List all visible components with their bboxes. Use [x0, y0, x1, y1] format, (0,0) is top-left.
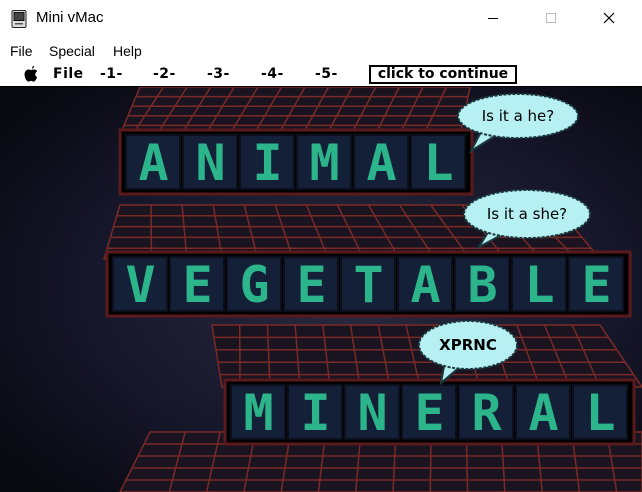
- letter: E: [182, 256, 212, 314]
- bubble-text: Is it a she?: [487, 205, 567, 223]
- menu-help[interactable]: Help: [113, 43, 142, 59]
- letter: G: [239, 256, 269, 314]
- letter: A: [410, 256, 440, 314]
- click-to-continue-button[interactable]: click to continue: [369, 65, 517, 84]
- word-row: MINERAL: [223, 378, 636, 446]
- letter: R: [471, 384, 502, 442]
- mac-menu-3[interactable]: -3-: [207, 66, 230, 82]
- mac-app-icon: [11, 10, 27, 28]
- letter: L: [585, 384, 615, 442]
- menu-special[interactable]: Special: [49, 43, 95, 59]
- word-row: VEGETABLE: [105, 250, 632, 318]
- window-menu-bar: File Special Help: [0, 40, 642, 62]
- minimize-icon: [488, 18, 498, 19]
- letter: I: [252, 134, 282, 192]
- grid-band: [118, 87, 471, 136]
- letter: N: [195, 134, 225, 192]
- window-title: Mini vMac: [36, 9, 104, 26]
- letter: E: [414, 384, 444, 442]
- letter: L: [524, 256, 554, 314]
- mac-menu-1[interactable]: -1-: [100, 66, 123, 82]
- letter: N: [357, 384, 387, 442]
- letter: M: [309, 134, 339, 192]
- letter: A: [366, 134, 396, 192]
- maximize-icon: [546, 13, 556, 23]
- letter: V: [125, 256, 155, 314]
- mac-menu-5[interactable]: -5-: [315, 66, 338, 82]
- game-scene[interactable]: A N I M A LV E G E T A B L EM I N E R A L Is it a he?Is it …: [0, 87, 642, 492]
- letter: A: [528, 384, 558, 442]
- apple-icon[interactable]: [23, 65, 39, 83]
- letter: E: [581, 256, 611, 314]
- letter: T: [353, 256, 383, 314]
- letter: M: [243, 384, 273, 442]
- mac-menu-file[interactable]: File: [53, 66, 84, 82]
- bubble-text: XPRNC: [439, 336, 497, 354]
- letter: B: [467, 256, 497, 314]
- minimize-button[interactable]: [470, 0, 516, 36]
- mac-menu-2[interactable]: -2-: [153, 66, 176, 82]
- mac-screen[interactable]: File -1- -2- -3- -4- -5- click to contin…: [0, 62, 642, 492]
- bubble-text: Is it a he?: [482, 107, 554, 125]
- mac-menu-4[interactable]: -4-: [261, 66, 284, 82]
- menu-file[interactable]: File: [10, 43, 33, 59]
- word-row: ANIMAL: [118, 128, 474, 196]
- letter: L: [423, 134, 453, 192]
- letter: I: [300, 384, 330, 442]
- letter: A: [138, 134, 168, 192]
- maximize-button[interactable]: [528, 0, 574, 36]
- close-button[interactable]: [586, 0, 632, 36]
- letter: E: [296, 256, 326, 314]
- close-icon: [603, 12, 615, 24]
- title-bar: Mini vMac: [0, 0, 642, 40]
- mac-menu-bar: File -1- -2- -3- -4- -5- click to contin…: [0, 62, 642, 87]
